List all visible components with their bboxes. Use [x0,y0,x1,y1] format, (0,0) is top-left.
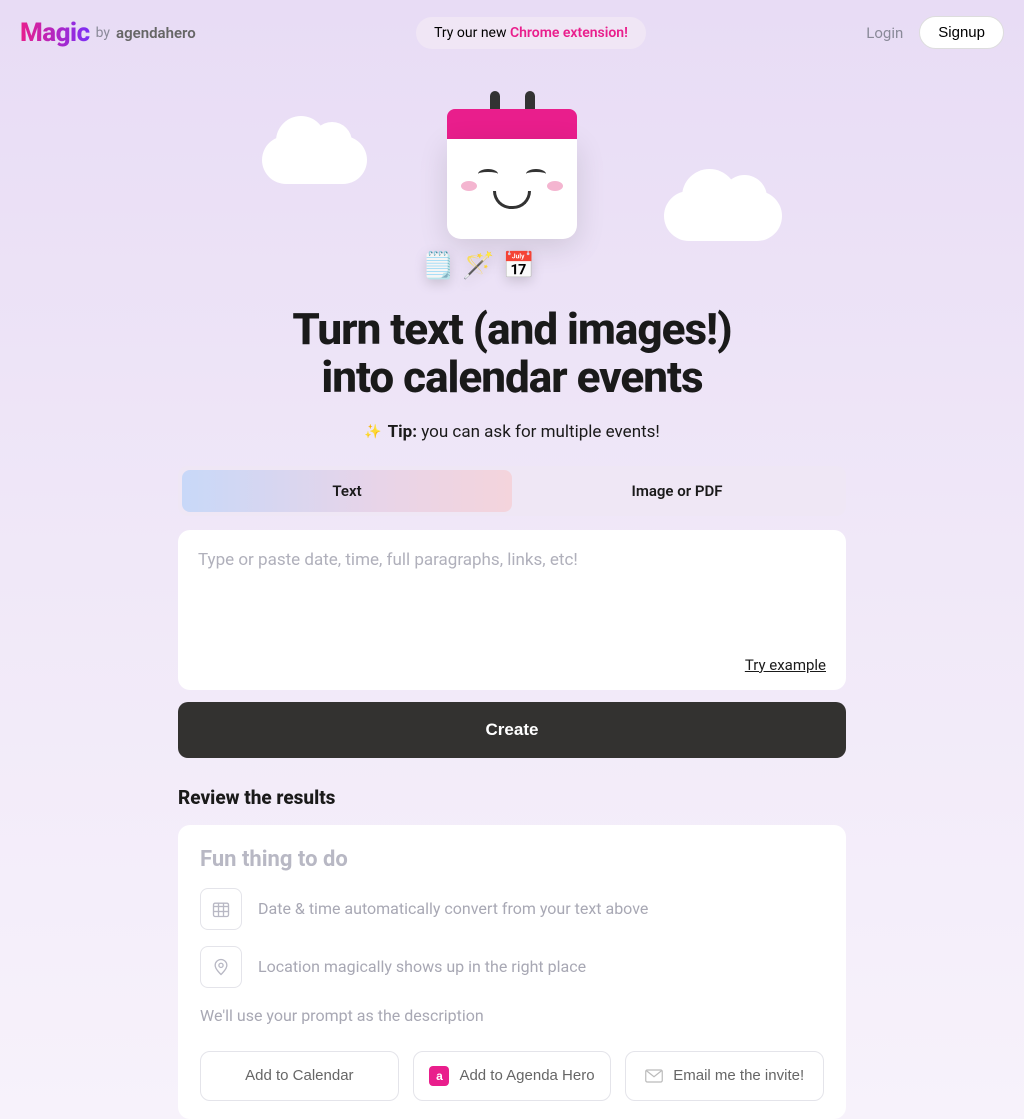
tab-image-or-pdf[interactable]: Image or PDF [512,470,842,512]
agenda-hero-icon: a [429,1066,449,1086]
review-title: Review the results [178,786,846,809]
logo-by: by [96,25,110,41]
notes-icon: 🗒️ [422,251,454,281]
location-pin-icon [200,946,242,988]
tab-text[interactable]: Text [182,470,512,512]
action-label: Add to Agenda Hero [459,1067,594,1084]
sparkle-icon: ✨ [364,424,381,440]
logo[interactable]: Magic by agendahero [20,18,196,48]
wand-icon: 🪄 [462,251,494,281]
result-location-text: Location magically shows up in the right… [258,957,586,976]
input-card: Try example [178,530,846,690]
main-column: Text Image or PDF Try example Create Rev… [178,466,846,1119]
result-date-row: Date & time automatically convert from y… [200,888,824,930]
hero-headline: Turn text (and images!) into calendar ev… [0,305,1024,402]
result-location-row: Location magically shows up in the right… [200,946,824,988]
result-date-text: Date & time automatically convert from y… [258,899,648,918]
calendar-grid-icon [200,888,242,930]
tip-label: Tip: [388,422,417,442]
email-invite-button[interactable]: Email me the invite! [625,1051,824,1101]
promo-highlight: Chrome extension! [510,25,628,41]
promo-pill[interactable]: Try our new Chrome extension! [416,17,646,49]
result-actions: Add to Calendar a Add to Agenda Hero Ema… [200,1051,824,1101]
headline-line-1: Turn text (and images!) [0,305,1024,353]
add-to-agenda-hero-button[interactable]: a Add to Agenda Hero [413,1051,612,1101]
input-mode-tabs: Text Image or PDF [178,466,846,516]
nav-right: Login Signup [866,16,1004,49]
action-label: Add to Calendar [245,1067,353,1084]
hero-tip: ✨ Tip: you can ask for multiple events! [0,422,1024,442]
promo-prefix: Try our new [434,25,510,41]
calendar-icon: 📅 [503,251,535,281]
event-text-input[interactable] [198,550,826,640]
add-to-calendar-button[interactable]: Add to Calendar [200,1051,399,1101]
calendar-mascot-icon: 🗒️ 🪄 📅 [447,91,577,239]
result-heading: Fun thing to do [200,847,824,872]
headline-line-2: into calendar events [0,353,1024,401]
header: Magic by agendahero Try our new Chrome e… [0,0,1024,65]
signup-button[interactable]: Signup [919,16,1004,49]
tip-text: you can ask for multiple events! [417,422,660,442]
action-label: Email me the invite! [673,1067,804,1084]
email-icon [645,1069,663,1083]
cloud-icon [262,136,367,184]
result-card: Fun thing to do Date & time automaticall… [178,825,846,1119]
cloud-icon [664,191,782,241]
create-button[interactable]: Create [178,702,846,758]
login-link[interactable]: Login [866,24,903,42]
logo-brand: agendahero [116,24,196,42]
hero-illustration: 🗒️ 🪄 📅 [262,81,762,281]
result-description: We'll use your prompt as the description [200,1006,824,1025]
hero: 🗒️ 🪄 📅 Turn text (and images!) into cale… [0,65,1024,442]
try-example-link[interactable]: Try example [745,656,826,674]
logo-magic: Magic [20,18,90,48]
